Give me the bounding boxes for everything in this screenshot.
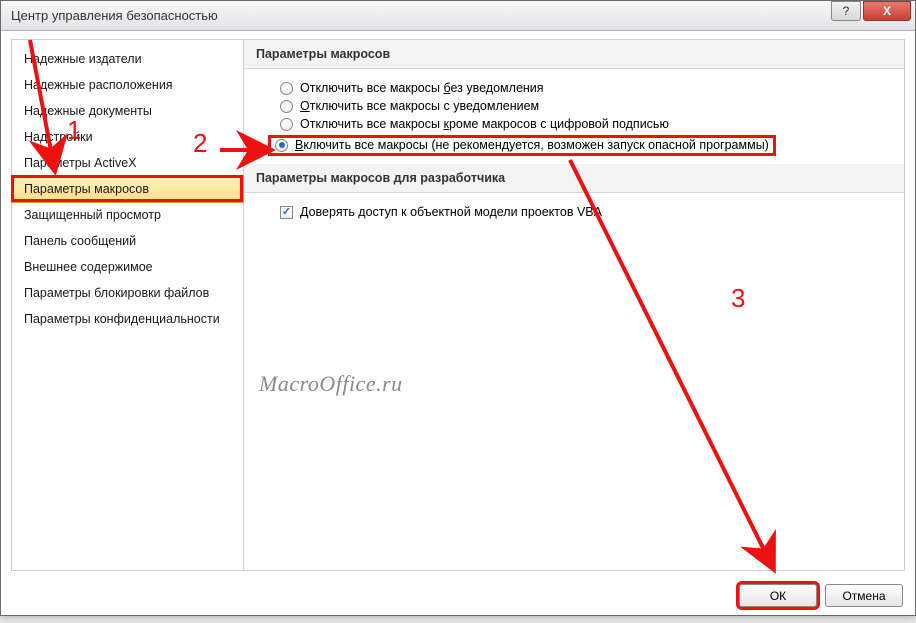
annotation-arrow-3	[0, 0, 916, 623]
